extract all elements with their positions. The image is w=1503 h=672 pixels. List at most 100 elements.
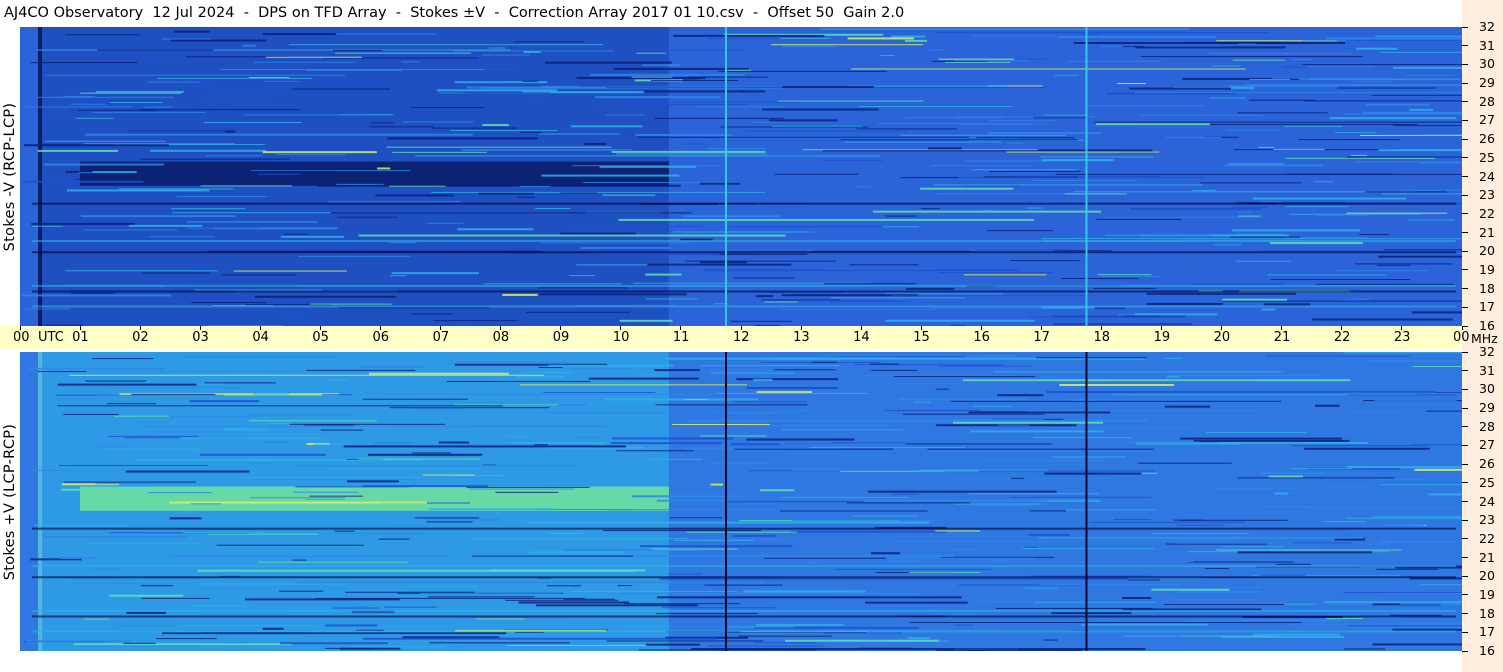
spectral-streak	[1258, 250, 1462, 252]
spectral-streak	[1151, 588, 1230, 591]
spectral-streak	[781, 496, 909, 498]
frequency-tick-label: 27	[1479, 112, 1495, 128]
spectral-streak	[248, 420, 377, 422]
spectral-streak	[642, 368, 657, 370]
spectral-streak	[603, 530, 762, 532]
spectral-streak	[982, 209, 995, 211]
spectral-streak	[820, 28, 1190, 30]
spectral-streak	[771, 44, 924, 46]
spectral-streak	[1410, 444, 1462, 446]
spectral-streak	[1249, 78, 1290, 80]
spectral-streak	[953, 648, 1018, 650]
spectral-streak	[427, 596, 535, 598]
spectral-streak	[935, 388, 949, 390]
spectral-streak	[1193, 439, 1350, 442]
time-tick-label: 16	[973, 330, 990, 345]
spectral-streak	[885, 215, 917, 217]
frequency-tick-label: 29	[1479, 75, 1495, 91]
spectral-streak	[1326, 618, 1364, 620]
spectral-streak	[886, 557, 1037, 559]
spectral-streak	[1304, 447, 1430, 450]
spectral-streak	[1168, 375, 1326, 377]
spectral-streak	[781, 308, 935, 310]
spectral-streak	[1043, 639, 1058, 641]
spectral-streak	[369, 372, 509, 375]
spectral-streak	[730, 320, 793, 322]
spectral-streak	[1393, 66, 1462, 69]
rfi-line	[32, 240, 1456, 243]
spectral-streak	[109, 102, 163, 104]
spectral-streak	[436, 89, 558, 92]
spectral-streak	[171, 212, 331, 214]
spectral-streak	[171, 208, 246, 210]
spectral-streak	[267, 422, 293, 424]
spectral-streak	[279, 590, 324, 592]
frequency-tick-label: 28	[1479, 93, 1495, 109]
spectral-streak	[468, 488, 576, 490]
spectral-streak	[894, 376, 1036, 378]
spectral-streak	[719, 253, 808, 255]
rfi-line	[32, 305, 1456, 308]
spectral-streak	[656, 613, 758, 615]
spectral-streak	[1379, 478, 1429, 480]
spectral-streak	[426, 521, 473, 523]
spectral-streak	[869, 363, 900, 365]
spectral-streak	[262, 33, 337, 36]
spectral-streak	[754, 441, 831, 443]
spectral-streak	[904, 39, 928, 42]
spectral-streak	[594, 96, 721, 99]
rfi-line	[32, 565, 1456, 568]
frequency-tick-label: 30	[1479, 381, 1495, 397]
spectral-streak	[738, 635, 832, 637]
spectral-streak	[92, 171, 137, 174]
spectral-streak	[375, 194, 454, 197]
spectral-streak	[274, 163, 366, 166]
frequency-tick	[1462, 482, 1468, 484]
spectral-streak	[392, 525, 430, 527]
spectral-streak	[1027, 410, 1256, 412]
spectral-streak	[616, 450, 694, 452]
spectral-streak	[1361, 111, 1462, 114]
spectral-streak	[1011, 477, 1025, 479]
time-tick-label: 11	[672, 330, 690, 345]
spectral-streak	[1419, 162, 1462, 164]
spectral-streak	[1334, 538, 1366, 541]
spectral-streak	[75, 117, 114, 119]
frequency-tick-label: 22	[1479, 205, 1495, 221]
frequency-tick	[1462, 45, 1468, 47]
spectral-streak	[755, 295, 773, 298]
spectral-streak	[147, 492, 212, 494]
spectral-streak	[769, 119, 838, 122]
spectral-streak	[457, 443, 594, 445]
spectral-streak	[656, 499, 1048, 502]
spectral-streak	[709, 462, 770, 464]
spectral-streak	[1335, 132, 1377, 134]
spectral-streak	[25, 106, 133, 108]
top-panel-ylabel-text: Stokes -V (RCP-LCP)	[2, 102, 18, 251]
spectral-streak	[1061, 399, 1133, 401]
spectral-streak	[851, 515, 918, 517]
spectral-streak	[1286, 173, 1394, 175]
spectral-streak	[177, 624, 314, 626]
spectrogram-bottom-svg	[20, 352, 1462, 651]
spectral-streak	[1033, 437, 1133, 439]
spectral-streak	[919, 187, 1014, 190]
spectral-streak	[1282, 66, 1311, 68]
spectral-streak	[446, 380, 591, 382]
spectral-streak	[1409, 108, 1434, 111]
frequency-tick	[1462, 575, 1468, 577]
spectral-streak	[1377, 264, 1411, 266]
spectral-streak	[546, 585, 582, 587]
spectral-streak	[1126, 441, 1200, 443]
spectral-streak	[1313, 181, 1334, 183]
spectral-streak	[378, 538, 410, 540]
spectral-streak	[1088, 540, 1233, 542]
spectral-streak	[125, 470, 250, 473]
spectral-streak	[517, 196, 536, 198]
spectral-streak	[602, 628, 623, 630]
frequency-tick-label: 18	[1479, 605, 1495, 621]
spectral-streak	[792, 520, 938, 522]
spectral-streak	[1384, 524, 1424, 527]
spectral-streak	[548, 364, 674, 367]
time-marker-line	[724, 27, 727, 326]
